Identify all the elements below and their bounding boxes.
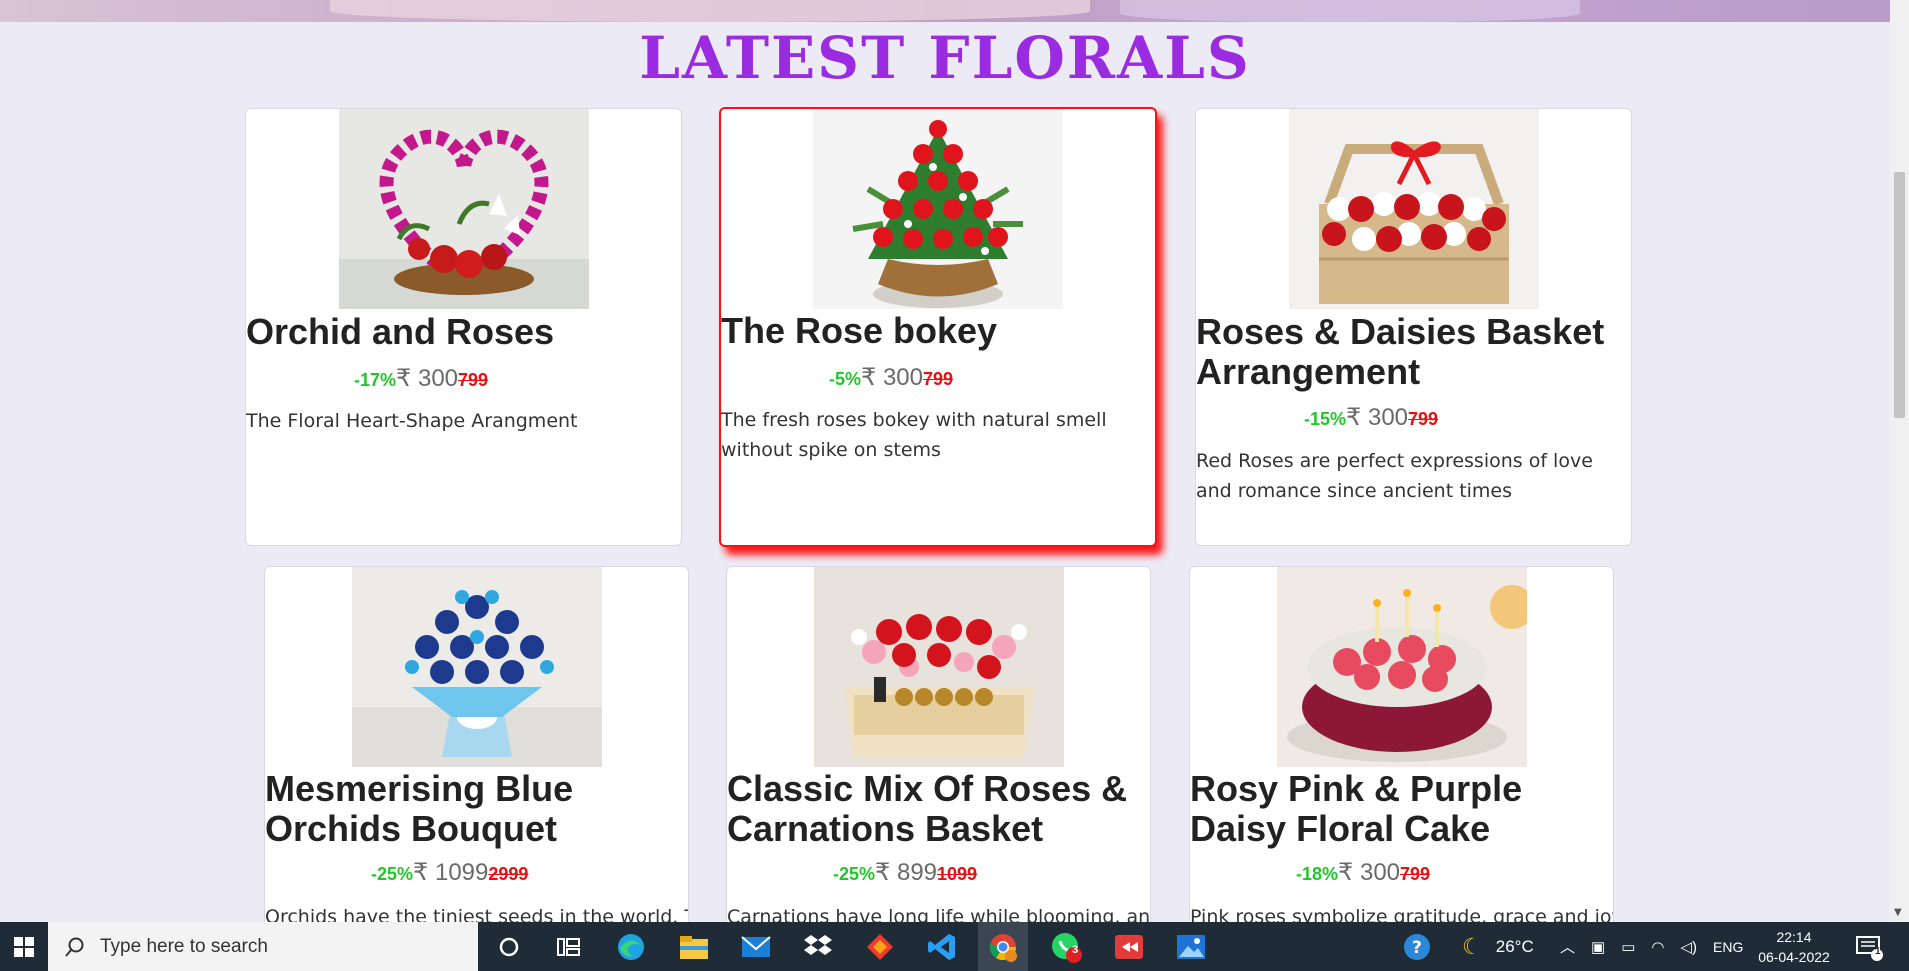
task-view-icon[interactable] xyxy=(552,930,586,964)
wifi-icon[interactable]: ◠ xyxy=(1651,938,1664,956)
start-button[interactable] xyxy=(0,922,48,971)
cortana-icon[interactable] xyxy=(492,930,526,964)
product-title[interactable]: The Rose bokey xyxy=(721,311,997,351)
hero-banner-bottom xyxy=(0,0,1890,22)
product-image[interactable] xyxy=(351,567,602,767)
product-image[interactable] xyxy=(1288,109,1539,309)
product-title[interactable]: Roses & Daisies Basket Arrangement xyxy=(1196,312,1616,392)
product-description: The fresh roses bokey with natural smell… xyxy=(721,409,1107,461)
original-price: 799 xyxy=(458,370,489,390)
svg-text:?: ? xyxy=(1412,938,1422,958)
product-price: -25%₹ 10992999 xyxy=(371,858,528,887)
anydesk-icon[interactable] xyxy=(863,930,897,964)
original-price: 799 xyxy=(1408,409,1439,429)
meet-now-icon[interactable]: ▣ xyxy=(1591,938,1605,956)
product-price: -17%₹ 300799 xyxy=(354,364,488,393)
whatsapp-unread-badge: 3 xyxy=(1072,944,1079,956)
original-price: 799 xyxy=(1400,864,1431,884)
clock-date: 06-04-2022 xyxy=(1758,948,1830,965)
discount-badge: -5% xyxy=(829,369,862,389)
notification-center-icon[interactable]: 1 xyxy=(1852,930,1886,964)
product-card[interactable]: Mesmerising Blue Orchids Bouquet -25%₹ 1… xyxy=(264,566,689,936)
photos-icon[interactable] xyxy=(1174,930,1208,964)
current-price: ₹ 300 xyxy=(1346,404,1409,431)
clock-time: 22:14 xyxy=(1776,928,1812,945)
scroll-down-arrow-icon[interactable]: ▼ xyxy=(1894,907,1902,918)
battery-icon[interactable]: ▭ xyxy=(1621,938,1635,956)
taskbar-search-box[interactable]: Type here to search xyxy=(48,922,478,971)
original-price: 799 xyxy=(923,369,954,389)
product-image[interactable] xyxy=(338,109,589,309)
search-icon xyxy=(64,936,92,958)
weather-temperature: 26°C xyxy=(1495,936,1534,956)
presenter-app-icon[interactable] xyxy=(1112,930,1146,964)
show-hidden-icons-chevron-up-icon[interactable]: ︿ xyxy=(1560,936,1575,957)
mail-icon[interactable] xyxy=(739,930,773,964)
input-language[interactable]: ENG xyxy=(1713,939,1743,955)
clock[interactable]: 22:14 06-04-2022 xyxy=(1754,922,1834,971)
product-card[interactable]: Orchid and Roses -17%₹ 300799 The Floral… xyxy=(245,108,682,546)
discount-badge: -17% xyxy=(354,370,397,390)
product-image[interactable] xyxy=(1276,567,1527,767)
product-price: -15%₹ 300799 xyxy=(1304,403,1438,432)
edge-icon[interactable] xyxy=(614,930,648,964)
dropbox-icon[interactable] xyxy=(801,930,835,964)
whatsapp-icon[interactable]: 3 xyxy=(1049,930,1083,964)
search-placeholder: Type here to search xyxy=(100,935,268,957)
section-title: LATEST FLORALS xyxy=(639,24,1251,92)
vscode-icon[interactable] xyxy=(925,930,959,964)
windows-logo-icon xyxy=(14,936,34,957)
discount-badge: -18% xyxy=(1296,864,1339,884)
original-price: 1099 xyxy=(937,864,978,884)
product-description: Red Roses are perfect expressions of lov… xyxy=(1196,450,1593,502)
current-price: ₹ 899 xyxy=(875,859,938,886)
chrome-icon[interactable] xyxy=(978,922,1028,971)
discount-badge: -25% xyxy=(833,864,876,884)
product-card[interactable]: Roses & Daisies Basket Arrangement -15%₹… xyxy=(1195,108,1632,546)
product-image[interactable] xyxy=(813,109,1063,309)
product-title[interactable]: Classic Mix Of Roses & Carnations Basket xyxy=(727,769,1147,849)
discount-badge: -15% xyxy=(1304,409,1347,429)
product-card-selected[interactable]: The Rose bokey -5%₹ 300799 The fresh ros… xyxy=(719,107,1157,547)
current-price: ₹ 1099 xyxy=(413,859,489,886)
product-card[interactable]: Rosy Pink & Purple Daisy Floral Cake -18… xyxy=(1189,566,1614,936)
scrollbar-thumb[interactable] xyxy=(1894,172,1905,418)
moon-icon: ☾ xyxy=(1462,933,1482,959)
product-price: -5%₹ 300799 xyxy=(829,363,953,392)
product-card[interactable]: Classic Mix Of Roses & Carnations Basket… xyxy=(726,566,1151,936)
weather-widget[interactable]: ☾ 26°C xyxy=(1462,922,1534,971)
current-price: ₹ 300 xyxy=(1338,859,1401,886)
taskbar: Type here to search 3 ? ☾ 26°C ︿ ▣ ▭ ◠ ◁… xyxy=(0,922,1909,971)
product-description: The Floral Heart-Shape Arangment xyxy=(246,410,578,432)
help-icon[interactable]: ? xyxy=(1400,930,1434,964)
product-title[interactable]: Mesmerising Blue Orchids Bouquet xyxy=(265,769,685,849)
hero-image-fragment xyxy=(330,0,1090,22)
file-explorer-icon[interactable] xyxy=(677,930,711,964)
notification-count-badge: 1 xyxy=(1875,946,1881,957)
current-price: ₹ 300 xyxy=(396,365,459,392)
product-price: -18%₹ 300799 xyxy=(1296,858,1430,887)
system-tray-icons[interactable]: ︿ ▣ ▭ ◠ ◁) ENG xyxy=(1560,922,1743,971)
volume-icon[interactable]: ◁) xyxy=(1680,938,1697,956)
product-price: -25%₹ 8991099 xyxy=(833,858,977,887)
discount-badge: -25% xyxy=(371,864,414,884)
original-price: 2999 xyxy=(488,864,529,884)
hero-image-fragment xyxy=(1120,0,1580,22)
page-scrollbar[interactable]: ▼ xyxy=(1890,0,1909,922)
current-price: ₹ 300 xyxy=(861,364,923,391)
product-image[interactable] xyxy=(813,567,1064,767)
product-title[interactable]: Rosy Pink & Purple Daisy Floral Cake xyxy=(1190,769,1610,849)
product-title[interactable]: Orchid and Roses xyxy=(246,312,554,352)
